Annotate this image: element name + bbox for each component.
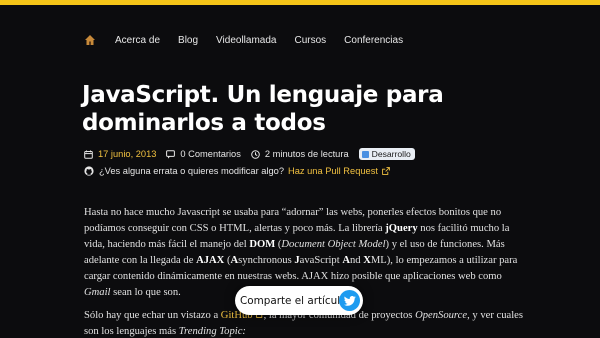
article-date: 17 junio, 2013 [98,149,157,159]
reading-time: 2 minutos de lectura [264,149,349,159]
nav-link-conferencias[interactable]: Conferencias [344,35,403,46]
bold-text: jQuery [385,223,418,234]
main-nav: Acerca de Blog Videollamada Cursos Confe… [84,32,421,48]
italic-text: OpenSource [415,310,468,321]
errata-line: ¿Ves alguna errata o quieres modificar a… [84,164,390,178]
nav-link-acerca-de[interactable]: Acerca de [115,35,160,46]
share-label: Comparte el artículo [240,294,347,307]
nav-link-blog[interactable]: Blog [178,35,198,46]
comments-link[interactable]: 0 Comentarios [180,149,240,159]
calendar-icon [84,150,93,159]
top-accent-bar [0,0,600,5]
home-logo-icon[interactable] [84,34,96,46]
external-link-icon [382,167,390,175]
italic-text: Document Object Model [281,239,386,250]
text-segment: synchronous [238,255,295,266]
folder-icon [361,150,369,158]
comment-icon [166,149,176,159]
bold-text: AJAX [196,255,225,266]
nav-link-videollamada[interactable]: Videollamada [216,35,276,46]
article-meta: 17 junio, 2013 0 Comentarios 2 minutos d… [84,147,415,161]
text-segment: sean lo que son. [110,287,181,298]
category-badge[interactable]: Desarrollo [358,148,415,160]
text-segment: avaScript [299,255,343,266]
bold-text: X [363,255,371,266]
clock-icon [251,149,260,159]
twitter-icon[interactable] [339,290,360,311]
category-label: Desarrollo [371,149,411,159]
share-article-button[interactable]: Comparte el artículo [235,286,363,315]
errata-text: ¿Ves alguna errata o quieres modificar a… [99,166,285,176]
text-segment: nd [349,255,364,266]
bold-text: A [342,255,350,266]
nav-link-cursos[interactable]: Cursos [294,35,326,46]
github-icon [84,166,94,176]
text-segment: Sólo hay que echar un vistazo a [84,310,221,321]
bold-text: A [230,255,239,266]
bold-text: DOM [249,239,276,250]
pull-request-link[interactable]: Haz una Pull Request [288,166,378,176]
italic-text: Gmail [84,287,111,298]
article-title: JavaScript. Un lenguaje para dominarlos … [82,82,444,136]
italic-text: Trending Topic: [178,326,246,337]
